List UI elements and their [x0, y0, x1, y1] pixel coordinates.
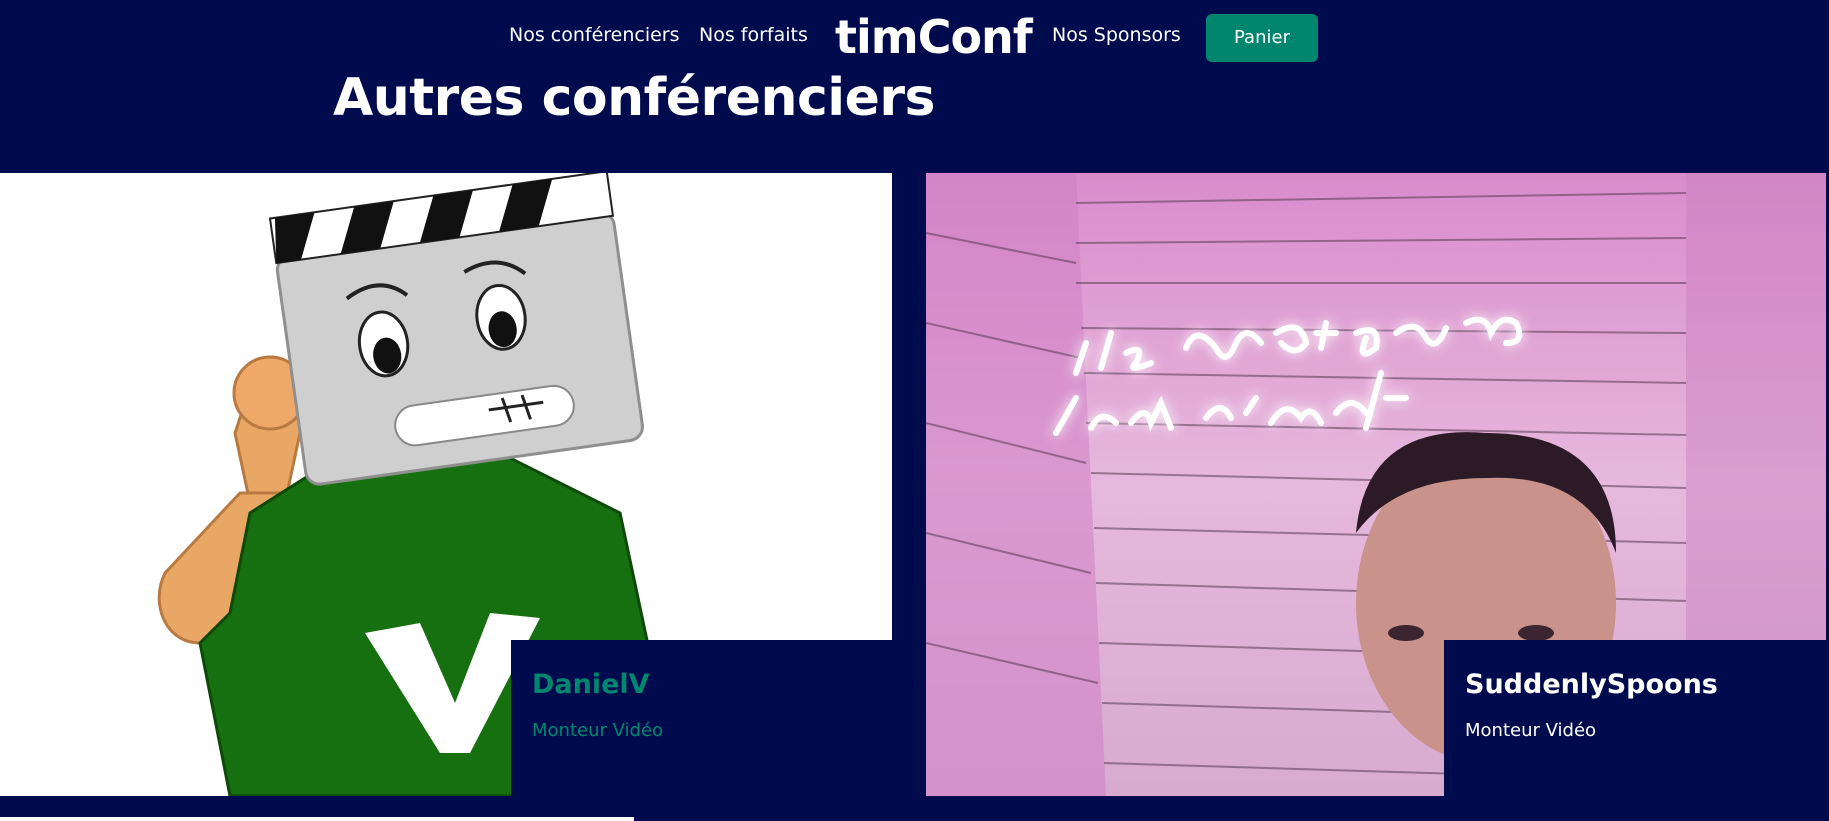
speaker-role: Monteur Vidéo	[1465, 720, 1597, 741]
scroll-progress-bar	[0, 817, 634, 821]
nav-link-plans[interactable]: Nos forfaits	[699, 24, 808, 46]
speaker-caption: DanielV Monteur Vidéo	[511, 640, 892, 796]
speaker-name[interactable]: SuddenlySpoons	[1465, 669, 1718, 700]
speaker-name[interactable]: DanielV	[532, 669, 650, 700]
top-navigation: Nos conférenciers Nos forfaits timConf N…	[0, 0, 1829, 76]
cart-button[interactable]: Panier	[1206, 14, 1318, 62]
page: Nos conférenciers Nos forfaits timConf N…	[0, 0, 1829, 821]
nav-link-speakers[interactable]: Nos conférenciers	[509, 24, 680, 46]
speaker-caption: SuddenlySpoons Monteur Vidéo	[1444, 640, 1826, 796]
speaker-role: Monteur Vidéo	[532, 720, 664, 741]
speaker-card-danielv[interactable]: DanielV Monteur Vidéo	[0, 173, 892, 796]
site-logo[interactable]: timConf	[835, 10, 1033, 64]
speaker-card-suddenlyspoons[interactable]: SuddenlySpoons Monteur Vidéo	[926, 173, 1826, 796]
nav-link-sponsors[interactable]: Nos Sponsors	[1052, 24, 1181, 46]
section-title: Autres conférenciers	[333, 68, 936, 128]
